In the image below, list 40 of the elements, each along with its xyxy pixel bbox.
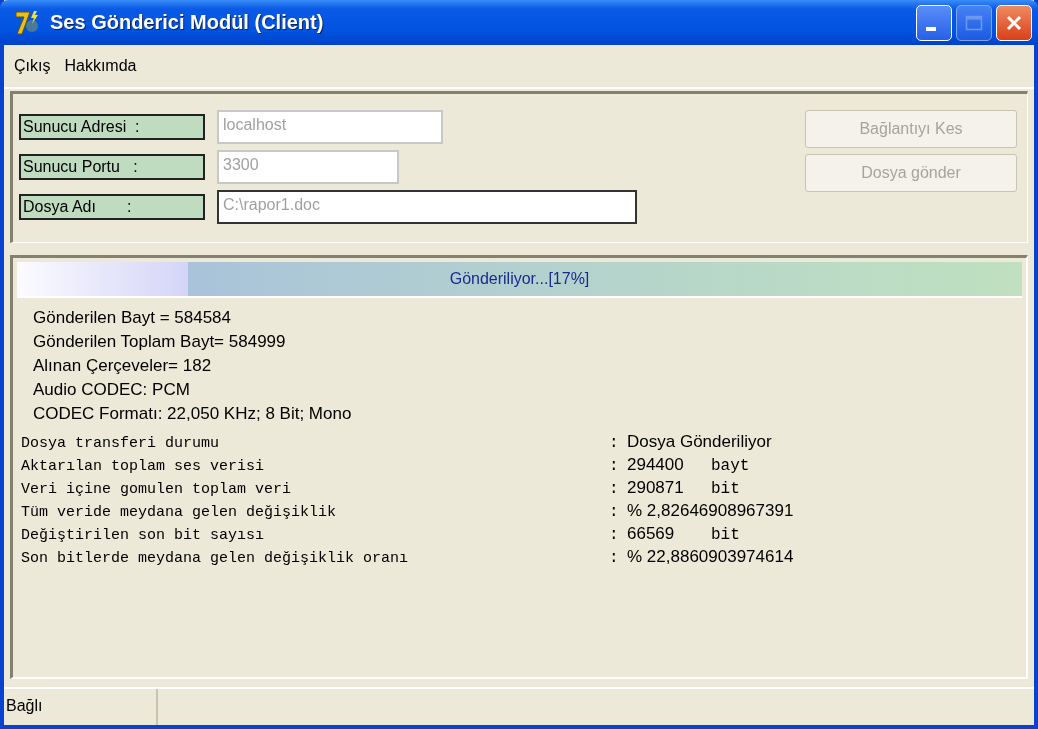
stat-line: Gönderilen Bayt = 584584 [33, 308, 232, 328]
detail-label: Tüm veride meydana gelen değişiklik [21, 504, 338, 521]
minimize-button[interactable] [916, 4, 952, 41]
stat-line: Audio CODEC: PCM [33, 380, 191, 400]
detail-label: Dosya transferi durumu [21, 435, 221, 452]
detail-label: Değiştirilen son bit sayısı [21, 527, 266, 544]
detail-label: Aktarılan toplam ses verisi [21, 458, 266, 475]
minimize-icon [926, 26, 936, 31]
status-text: Bağlı [4, 689, 158, 725]
detail-value: 290871 [626, 478, 685, 498]
menu-item[interactable]: Hakkımda [64, 57, 137, 75]
detail-label: Son bitlerde meydana gelen değişiklik oranı [21, 550, 410, 567]
detail-label: Veri içine gomulen toplam veri [21, 481, 293, 498]
close-button[interactable] [996, 4, 1032, 41]
detail-separator: : [609, 434, 620, 452]
detail-value: 294400 [626, 455, 685, 475]
progress-label: Gönderiliyor...[17%] [449, 270, 590, 288]
detail-separator: : [609, 503, 620, 521]
stat-line: Gönderilen Toplam Bayt= 584999 [33, 332, 287, 352]
stat-line: CODEC Formatı: 22,050 KHz; 8 Bit; Mono [33, 404, 353, 424]
detail-separator: : [609, 457, 620, 475]
detail-unit: bit [710, 526, 740, 544]
detail-separator: : [609, 549, 620, 567]
detail-value: 66569 [626, 524, 676, 544]
detail-separator: : [609, 480, 620, 498]
field-label: Sunucu Portu : [19, 154, 205, 180]
detail-separator: : [609, 526, 620, 544]
maximize-icon [965, 14, 983, 31]
field-label: Dosya Adı : [19, 194, 205, 220]
field-label: Sunucu Adresi : [19, 114, 205, 140]
detail-value: Dosya Gönderiliyor [626, 432, 772, 452]
detail-value: % 22,8860903974614 [626, 547, 794, 567]
detail-unit: bayt [710, 457, 750, 475]
stat-line: Alınan Çerçeveler= 182 [33, 356, 213, 376]
detail-unit: bit [710, 480, 740, 498]
menu-item[interactable]: Çıkış [14, 57, 51, 75]
close-icon [1005, 13, 1023, 32]
maximize-button[interactable] [956, 4, 992, 41]
window-title: Ses Gönderici Modül (Client) [50, 11, 325, 34]
detail-value: % 2,82646908967391 [626, 501, 794, 521]
